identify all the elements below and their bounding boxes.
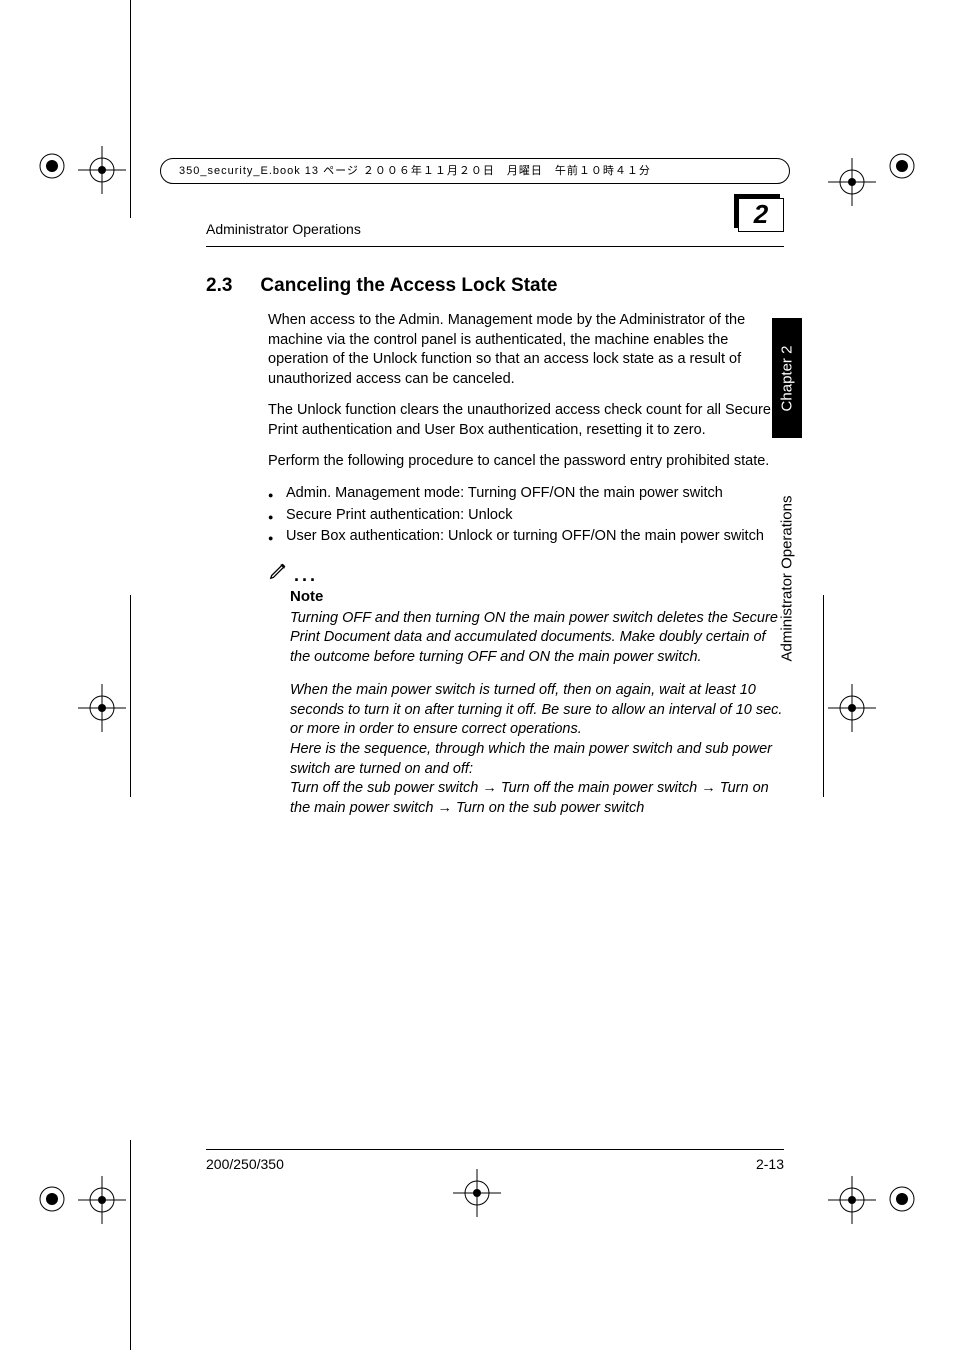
corner-dot-br (888, 1185, 916, 1218)
note-paragraph: When the main power switch is turned off… (290, 681, 784, 818)
registration-mark-icon (828, 684, 876, 732)
registration-mark-icon (828, 158, 876, 206)
corner-dot-bl (38, 1185, 66, 1218)
pen-icon (268, 559, 290, 586)
running-head-title: Administrator Operations (206, 221, 361, 237)
corner-dot-tl (38, 152, 66, 185)
chapter-number: 2 (738, 198, 784, 232)
chapter-badge: 2 (728, 214, 784, 244)
guide-line (130, 595, 131, 797)
list-item: User Box authentication: Unlock or turni… (268, 527, 784, 547)
paragraph: Perform the following procedure to cance… (268, 452, 784, 472)
footer-model: 200/250/350 (206, 1156, 284, 1172)
guide-line (130, 0, 131, 218)
guide-line (130, 1140, 131, 1350)
registration-mark-icon (78, 146, 126, 194)
registration-mark-icon (828, 1176, 876, 1224)
guide-line (823, 595, 824, 797)
note-paragraph: Turning OFF and then turning ON the main… (290, 609, 784, 668)
note-body: Turning OFF and then turning ON the main… (290, 609, 784, 819)
page-content: Administrator Operations 2 2.3 Canceling… (206, 168, 784, 832)
paragraph: The Unlock function clears the unauthori… (268, 401, 784, 440)
page-footer: 200/250/350 2-13 (206, 1149, 784, 1172)
section-number: 2.3 (206, 275, 232, 297)
section-title: Canceling the Access Lock State (260, 275, 557, 297)
registration-mark-icon (453, 1169, 501, 1222)
running-head: Administrator Operations 2 (206, 214, 784, 247)
footer-pagenum: 2-13 (756, 1156, 784, 1172)
list-item: Admin. Management mode: Turning OFF/ON t… (268, 484, 784, 504)
section-heading: 2.3 Canceling the Access Lock State (206, 275, 784, 297)
paragraph: When access to the Admin. Management mod… (268, 311, 784, 389)
registration-mark-icon (78, 684, 126, 732)
note-dots: ... (294, 565, 318, 585)
registration-mark-icon (78, 1176, 126, 1224)
corner-dot-tr (888, 152, 916, 185)
note-label: Note (290, 588, 784, 605)
bullet-list: Admin. Management mode: Turning OFF/ON t… (268, 484, 784, 547)
body-text: When access to the Admin. Management mod… (268, 311, 784, 547)
note-block: ... Note Turning OFF and then turning ON… (268, 559, 784, 819)
list-item: Secure Print authentication: Unlock (268, 506, 784, 526)
